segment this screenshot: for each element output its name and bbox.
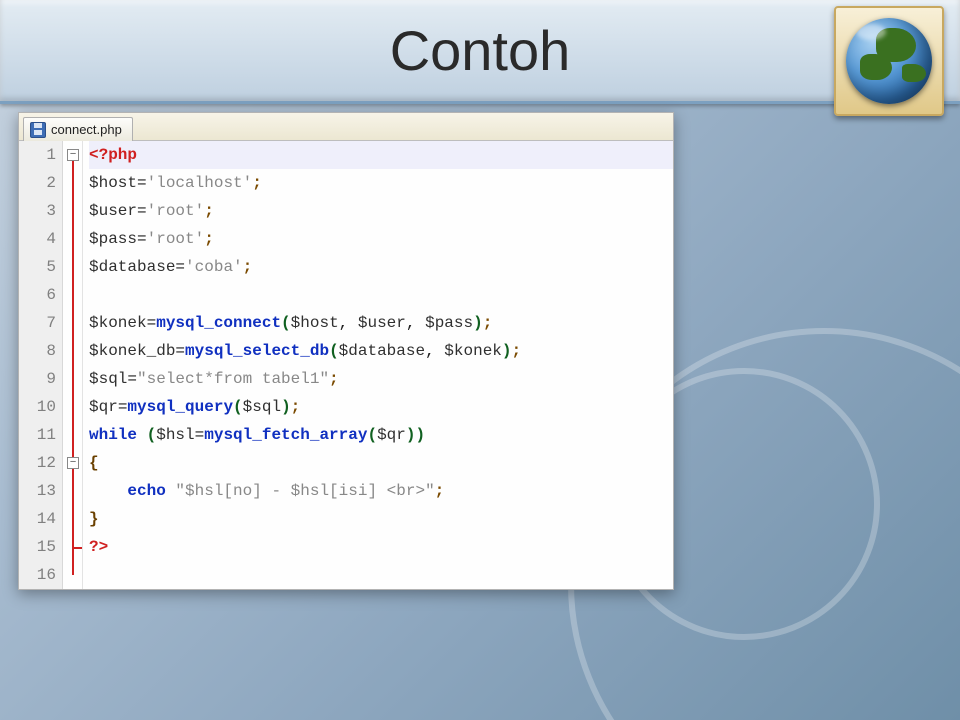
code-line[interactable]: } [89,505,673,533]
tab-filename: connect.php [51,122,122,137]
editor-tab-active[interactable]: connect.php [23,117,133,141]
line-number: 16 [25,561,56,589]
code-line[interactable]: $pass='root'; [89,225,673,253]
code-line[interactable] [89,561,673,589]
code-line[interactable]: { [89,449,673,477]
code-line[interactable]: $sql="select*from tabel1"; [89,365,673,393]
line-number: 4 [25,225,56,253]
globe-icon [846,18,932,104]
code-line[interactable]: <?php [89,141,673,169]
line-number: 9 [25,365,56,393]
editor-tab-bar: connect.php [19,113,673,141]
fold-column: − − [63,141,83,589]
line-number: 8 [25,337,56,365]
code-line[interactable]: $host='localhost'; [89,169,673,197]
code-line[interactable]: $konek_db=mysql_select_db($database, $ko… [89,337,673,365]
code-line[interactable]: $qr=mysql_query($sql); [89,393,673,421]
code-line[interactable]: while ($hsl=mysql_fetch_array($qr)) [89,421,673,449]
line-number: 12 [25,449,56,477]
fold-toggle-icon[interactable]: − [67,457,79,469]
line-number: 11 [25,421,56,449]
fold-end-marker [72,547,82,549]
line-number: 1 [25,141,56,169]
code-line[interactable]: ?> [89,533,673,561]
slide-title: Contoh [0,0,960,101]
code-content[interactable]: <?php$host='localhost';$user='root';$pas… [83,141,673,589]
line-number: 13 [25,477,56,505]
line-number: 15 [25,533,56,561]
slide-title-bar: Contoh [0,0,960,104]
line-number: 6 [25,281,56,309]
code-line[interactable]: $konek=mysql_connect($host, $user, $pass… [89,309,673,337]
line-number: 2 [25,169,56,197]
line-number: 7 [25,309,56,337]
save-icon [30,122,46,138]
line-number: 5 [25,253,56,281]
code-line[interactable]: $database='coba'; [89,253,673,281]
fold-toggle-icon[interactable]: − [67,149,79,161]
globe-icon-frame [834,6,944,116]
code-line[interactable] [89,281,673,309]
line-number: 10 [25,393,56,421]
line-number: 3 [25,197,56,225]
fold-guide-line [72,155,74,575]
code-editor: connect.php 12345678910111213141516 − − … [18,112,674,590]
line-number-gutter: 12345678910111213141516 [19,141,63,589]
code-line[interactable]: echo "$hsl[no] - $hsl[isi] <br>"; [89,477,673,505]
code-area[interactable]: 12345678910111213141516 − − <?php$host='… [19,141,673,589]
line-number: 14 [25,505,56,533]
code-line[interactable]: $user='root'; [89,197,673,225]
